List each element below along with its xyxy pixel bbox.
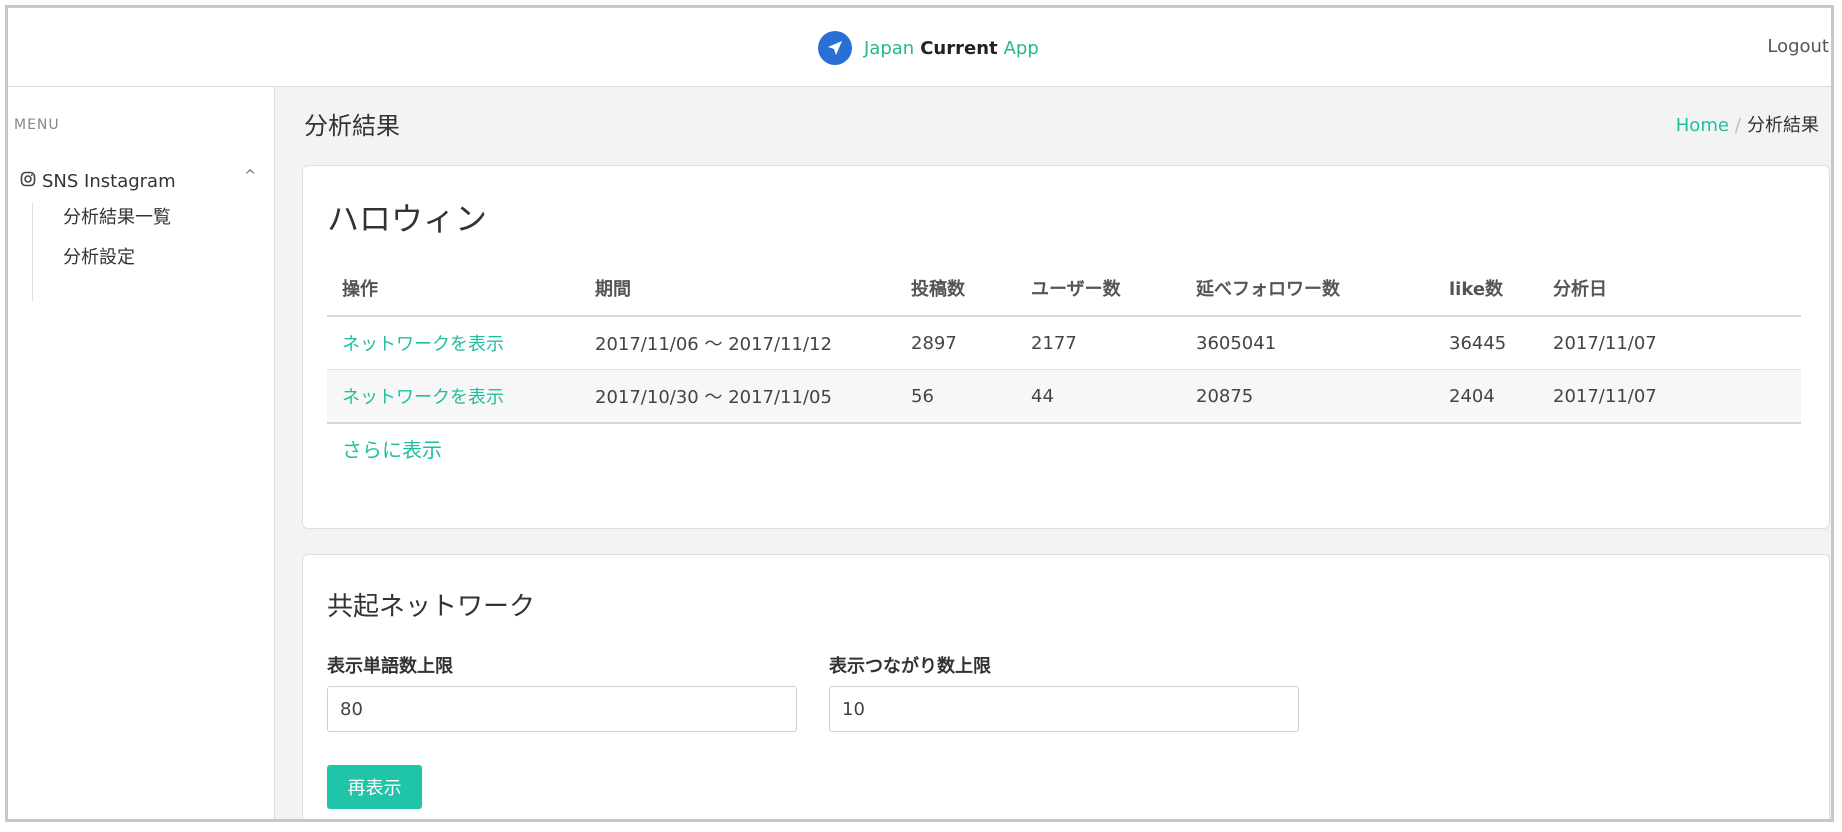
table-header-row: 操作 期間 投稿数 ユーザー数 延べフォロワー数 like数 分析日 <box>327 261 1801 317</box>
show-network-link[interactable]: ネットワークを表示 <box>342 387 504 408</box>
sidebar: MENU SNS Instagram ^ 分析結果一覧 分析設定 <box>8 87 275 819</box>
users-cell: 2177 <box>1016 316 1181 370</box>
results-card: ハロウィン 操作 期間 投稿数 ユーザー数 延べフォロワー数 like数 分析日… <box>302 165 1830 529</box>
period-cell: 2017/11/06 〜 2017/11/12 <box>580 316 896 370</box>
followers-cell: 20875 <box>1181 369 1434 424</box>
sidebar-submenu: 分析結果一覧 分析設定 <box>32 203 233 301</box>
link-limit-input[interactable] <box>829 686 1299 732</box>
sidebar-item-analysis-settings[interactable]: 分析設定 <box>63 243 135 269</box>
sidebar-item-results-list[interactable]: 分析結果一覧 <box>63 203 171 229</box>
show-more-link[interactable]: さらに表示 <box>342 434 442 463</box>
logout-link[interactable]: Logout <box>1767 36 1829 57</box>
likes-cell: 36445 <box>1434 316 1538 370</box>
network-card: 共起ネットワーク 表示単語数上限 表示つながり数上限 再表示 <box>302 554 1830 819</box>
breadcrumb: Home / 分析結果 <box>1676 111 1819 137</box>
date-cell: 2017/11/07 <box>1538 369 1801 424</box>
word-limit-label: 表示単語数上限 <box>327 656 453 677</box>
date-cell: 2017/11/07 <box>1538 316 1801 370</box>
period-cell: 2017/10/30 〜 2017/11/05 <box>580 369 896 424</box>
top-header: Japan Current App Logout <box>8 8 1831 87</box>
posts-cell: 2897 <box>896 316 1016 370</box>
instagram-icon <box>20 171 36 192</box>
app-window: Japan Current App Logout MENU SNS Instag… <box>5 5 1834 822</box>
results-title: ハロウィン <box>327 200 488 238</box>
likes-cell: 2404 <box>1434 369 1538 424</box>
results-table: 操作 期間 投稿数 ユーザー数 延べフォロワー数 like数 分析日 ネットワー… <box>327 261 1801 424</box>
posts-cell: 56 <box>896 369 1016 424</box>
sidebar-group-sns-instagram[interactable]: SNS Instagram ^ <box>20 168 260 194</box>
brand-text-app: App <box>1003 37 1039 59</box>
column-header: 操作 <box>327 261 580 317</box>
breadcrumb-home-link[interactable]: Home <box>1676 115 1729 136</box>
word-limit-input[interactable] <box>327 686 797 732</box>
breadcrumb-separator: / <box>1734 115 1741 136</box>
column-header: 分析日 <box>1538 261 1801 317</box>
column-header: 延べフォロワー数 <box>1181 261 1434 317</box>
column-header: 投稿数 <box>896 261 1016 317</box>
refresh-button[interactable]: 再表示 <box>327 765 422 809</box>
brand-text-japan: Japan <box>864 37 915 59</box>
table-row: ネットワークを表示 2017/11/06 〜 2017/11/12 2897 2… <box>327 316 1801 370</box>
column-header: like数 <box>1434 261 1538 317</box>
column-header: 期間 <box>580 261 896 317</box>
chevron-up-icon[interactable]: ^ <box>244 168 256 184</box>
page-title: 分析結果 <box>304 112 400 140</box>
sidebar-group-label: SNS Instagram <box>42 170 176 192</box>
followers-cell: 3605041 <box>1181 316 1434 370</box>
brand[interactable]: Japan Current App <box>818 31 1039 65</box>
breadcrumb-current: 分析結果 <box>1747 115 1819 136</box>
show-network-link[interactable]: ネットワークを表示 <box>342 334 504 355</box>
table-row: ネットワークを表示 2017/10/30 〜 2017/11/05 56 44 … <box>327 369 1801 424</box>
column-header: ユーザー数 <box>1016 261 1181 317</box>
paper-plane-icon <box>818 31 852 65</box>
users-cell: 44 <box>1016 369 1181 424</box>
link-limit-label: 表示つながり数上限 <box>829 656 991 677</box>
brand-text-current: Current <box>920 37 998 59</box>
menu-label: MENU <box>14 117 60 133</box>
network-title: 共起ネットワーク <box>327 592 536 622</box>
